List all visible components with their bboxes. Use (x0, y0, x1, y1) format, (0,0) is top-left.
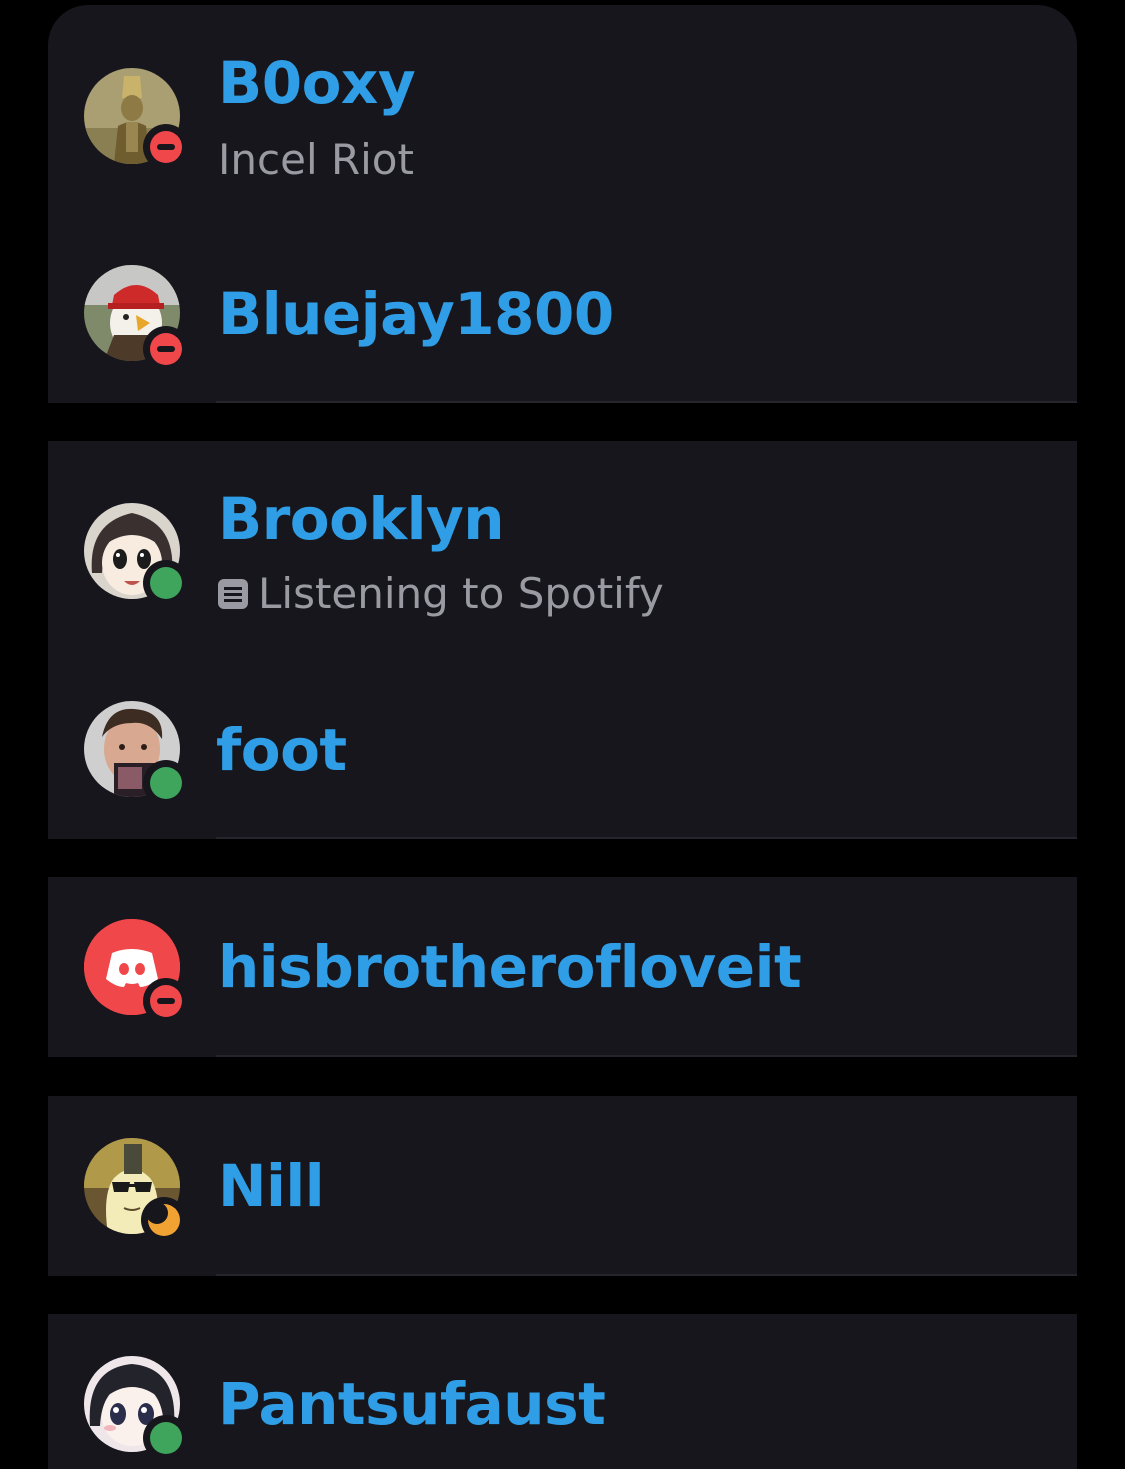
status-indicator (143, 124, 189, 170)
member-group: B0oxy Incel Riot Bluejay1800 (48, 5, 1077, 403)
member-custom-status: Incel Riot (218, 135, 414, 184)
member-row-brooklyn[interactable]: Brooklyn Listening to Spotify (48, 441, 1077, 653)
member-username: Brooklyn (218, 485, 505, 553)
online-status-icon (150, 1422, 182, 1454)
row-divider (216, 837, 1077, 839)
member-group: Nill (48, 1096, 1077, 1276)
status-indicator (143, 978, 189, 1024)
member-row-nill[interactable]: Nill (48, 1096, 1077, 1276)
dnd-status-icon (150, 131, 182, 163)
status-indicator (143, 560, 189, 606)
activity-icon (218, 578, 248, 609)
status-indicator (141, 1197, 187, 1243)
member-username: Bluejay1800 (218, 280, 614, 348)
status-indicator (143, 760, 189, 806)
member-row-hisbrotherofloveit[interactable]: hisbrotherofloveit (48, 877, 1077, 1057)
member-group: Pantsufaust (48, 1314, 1077, 1469)
member-username: Nill (218, 1152, 325, 1220)
member-group: hisbrotherofloveit (48, 877, 1077, 1057)
member-username: hisbrotherofloveit (218, 933, 802, 1001)
member-row-bluejay1800[interactable]: Bluejay1800 (48, 217, 1077, 403)
dnd-status-icon (150, 985, 182, 1017)
member-row-booxy[interactable]: B0oxy Incel Riot (48, 5, 1077, 217)
online-status-icon (150, 567, 182, 599)
row-divider (216, 1055, 1077, 1057)
status-indicator (143, 1415, 189, 1461)
status-indicator (143, 326, 189, 372)
member-list-screen: B0oxy Incel Riot Bluejay1800 Brooklyn Li… (0, 0, 1125, 1469)
member-username: B0oxy (218, 49, 416, 117)
member-activity: Listening to Spotify (218, 569, 664, 618)
row-divider (216, 401, 1077, 403)
row-divider (216, 1274, 1077, 1276)
dnd-status-icon (150, 333, 182, 365)
member-row-foot[interactable]: foot (48, 653, 1077, 839)
idle-status-icon (148, 1204, 180, 1236)
member-group: Brooklyn Listening to Spotify foot (48, 441, 1077, 839)
online-status-icon (150, 767, 182, 799)
member-username: Pantsufaust (218, 1370, 606, 1438)
member-activity-text: Listening to Spotify (258, 569, 664, 618)
member-username: foot (216, 716, 347, 784)
member-row-pantsufaust[interactable]: Pantsufaust (48, 1314, 1077, 1469)
